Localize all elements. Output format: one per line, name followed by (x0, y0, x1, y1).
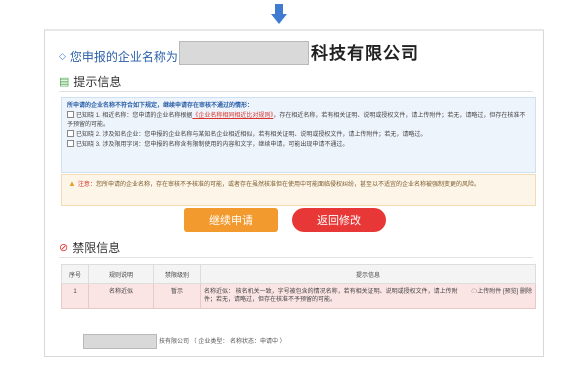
name-check-panel: ◇ 您申报的企业名称为 科技有限公司 ▤ 提示信息 所申请的企业名称不符合如下规… (44, 29, 544, 357)
tip-text: 2. 涉及知名企业：您申报的企业名称与某知名企业相近相似，若有相关证明、说明或授… (95, 132, 427, 138)
info-text: 名称近似： 核名机关一致，字号被包含的情况名称，若有相关证明、说明或授权文件，请… (204, 289, 458, 303)
list-icon: ▤ (59, 76, 70, 88)
back-button[interactable]: 返回修改 (292, 208, 386, 232)
tip-item-2: 已知晓 2. 涉及知名企业：您申报的企业名称与某知名企业相近相似，若有相关证明、… (67, 130, 530, 140)
table-row: 1 名称近似 暂示 名称近似： 核名机关一致，字号被包含的情况名称，若有相关证明… (61, 283, 536, 309)
diamond-icon: ◇ (59, 50, 66, 61)
tips-section-header: ▤ 提示信息 (59, 73, 121, 90)
restrict-table: 序号 规则说明 禁限级别 提示信息 1 名称近似 暂示 名称近似： 核名机关一致… (61, 264, 536, 309)
cell-rule: 名称近似 (88, 283, 154, 309)
delete-link[interactable]: 删除 (520, 289, 532, 295)
similar-name-input (83, 334, 157, 349)
tip-text: 1. 相近名称：您申请的企业名称根据 (95, 113, 193, 119)
tip-text: 3. 涉及限用字词：您申报的名称含有限制使用的内容和文字，继续申请，可能出现申请… (95, 142, 349, 148)
upload-link[interactable]: 上传附件 (477, 289, 501, 295)
warning-text: 您所申请的企业名称，存在审核不予核准的可能，或者存在虽然核准但在使用中可能面临侵… (95, 182, 480, 188)
column-header: 禁限级别 (153, 264, 201, 284)
cell-level: 暂示 (153, 283, 201, 309)
company-name-label: 您申报的企业名称为 (69, 49, 178, 64)
tip-checkbox-label: 已知晓 (76, 142, 95, 148)
checkbox-icon[interactable] (67, 130, 74, 137)
company-name-suffix: 科技有限公司 (311, 44, 419, 63)
warning-icon: ▲ (68, 179, 76, 188)
column-header: 规则说明 (88, 264, 154, 284)
warning-prefix: 注意： (77, 182, 96, 188)
column-header: 提示信息 (200, 264, 536, 284)
restrict-divider (59, 257, 533, 258)
cell-no: 1 (61, 283, 89, 309)
company-name-row: ◇ 您申报的企业名称为 (59, 43, 178, 69)
tips-title: 提示信息 (73, 75, 122, 89)
tips-box: 所申请的企业名称不符合如下规定，继续申请存在审核不通过的情形： 已知晓 1. 相… (61, 97, 536, 173)
restrict-title: 禁限信息 (72, 241, 121, 255)
similar-name-text: 技有限公司 （ 企业类型： 名称状态：申请中 ） (159, 339, 286, 345)
down-arrow-icon (271, 4, 287, 28)
tip-item-3: 已知晓 3. 涉及限用字词：您申报的名称含有限制使用的内容和文字，继续申请，可能… (67, 140, 530, 150)
checkbox-icon[interactable] (67, 111, 74, 118)
restrict-section-header: ⊘ 禁限信息 (59, 239, 120, 256)
continue-button[interactable]: 继续申请 (184, 208, 278, 232)
rules-link[interactable]: 《企业名称相同相近比对规则》 (192, 113, 273, 119)
forbidden-icon: ⊘ (59, 242, 69, 254)
row-actions: ☁上传附件 [预览] 删除 (471, 288, 532, 304)
tips-divider (59, 91, 533, 92)
column-header: 序号 (61, 264, 89, 284)
preview-link[interactable]: [预览] (503, 289, 518, 295)
tip-item-1: 已知晓 1. 相近名称：您申请的企业名称根据《企业名称相同相近比对规则》，存在相… (67, 111, 530, 130)
company-name-input[interactable] (179, 41, 309, 65)
tips-box-title: 所申请的企业名称不符合如下规定，继续申请存在审核不通过的情形： (67, 103, 254, 109)
checkbox-icon[interactable] (67, 140, 74, 147)
cell-info: 名称近似： 核名机关一致，字号被包含的情况名称，若有相关证明、说明或授权文件，请… (200, 283, 536, 309)
tip-checkbox-label: 已知晓 (76, 132, 95, 138)
tip-checkbox-label: 已知晓 (76, 113, 95, 119)
warning-box: ▲ 注意：您所申请的企业名称，存在审核不予核准的可能，或者存在虽然核准但在使用中可… (61, 174, 536, 206)
